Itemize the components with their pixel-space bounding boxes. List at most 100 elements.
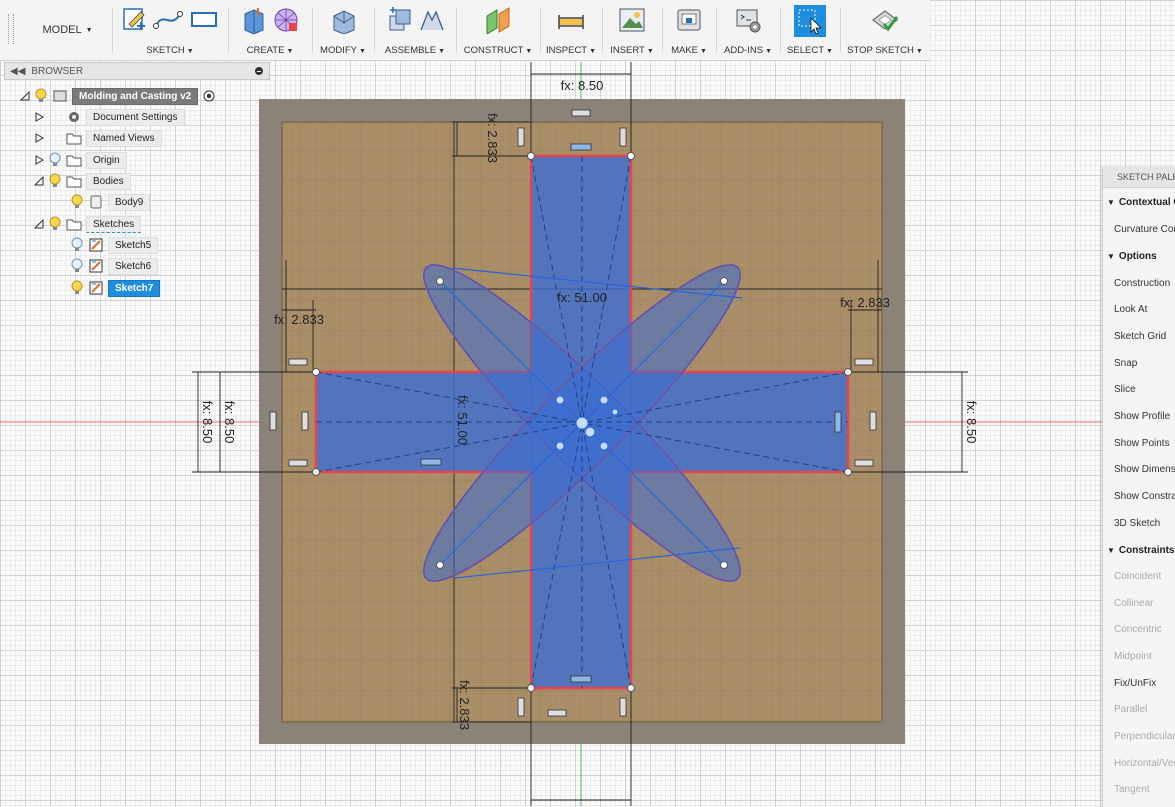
dim-bottom-offset[interactable]: fx: 2.833 [457,680,472,730]
activate-radio-icon[interactable] [202,89,216,103]
collapsed-triangle-icon[interactable] [34,112,44,122]
browser-minimize-icon[interactable] [255,67,263,75]
constraint-perpendicular[interactable]: Perpendicular [1114,726,1175,746]
tree-label-origin[interactable]: Origin [86,151,127,169]
tree-label-bodies[interactable]: Bodies [86,172,131,190]
option-show-points[interactable]: Show Points [1114,433,1170,453]
modify-group[interactable]: MODIFY ▼ [314,0,372,60]
option-show-constraints[interactable]: Show Constraints [1114,486,1175,506]
option-3d-sketch[interactable]: 3D Sketch [1114,513,1160,533]
option-look-at[interactable]: Look At [1114,299,1147,319]
lightbulb-icon[interactable] [70,280,84,296]
tree-item-document-settings[interactable]: Document Settings [34,108,185,126]
tree-item-body9[interactable]: Body9 [70,193,151,211]
spline-icon[interactable] [153,6,183,32]
tree-item-sketch5[interactable]: Sketch5 [70,236,159,254]
tree-label-body9[interactable]: Body9 [108,193,151,211]
insert-image-icon[interactable] [618,6,646,34]
tree-root[interactable]: Molding and Casting v2 [20,87,216,105]
offset-plane-icon[interactable] [483,6,513,34]
lightbulb-off-icon[interactable] [70,258,84,274]
joint-icon[interactable] [418,6,444,34]
lightbulb-icon[interactable] [48,173,62,189]
create-group[interactable]: CREATE ▼ [230,0,310,60]
constraint-coincident[interactable]: Coincident [1114,566,1161,586]
constraint-horizontal-vertical[interactable]: Horizontal/Vertical [1114,753,1175,773]
3d-print-icon[interactable] [675,6,703,34]
dim-right-offset[interactable]: fx: 2.833 [840,295,890,310]
scripts-addins-icon[interactable] [734,6,762,34]
addins-group[interactable]: ADD-INS ▼ [718,0,778,60]
workspace-mode-dropdown[interactable]: MODEL ▼ [20,0,115,60]
tree-label-document-settings[interactable]: Document Settings [86,108,185,126]
lightbulb-off-icon[interactable] [48,152,62,168]
constraint-concentric[interactable]: Concentric [1114,619,1162,639]
constraint-midpoint[interactable]: Midpoint [1114,646,1152,666]
select-group[interactable]: SELECT ▼ [782,0,838,60]
select-icon[interactable] [793,4,827,38]
constraint-collinear[interactable]: Collinear [1114,593,1153,613]
option-construction[interactable]: Construction [1114,273,1170,293]
stop-sketch-group[interactable]: STOP SKETCH ▼ [842,0,928,60]
measure-icon[interactable] [556,6,586,34]
constraint-fix-unfix[interactable]: Fix/UnFix [1114,673,1156,693]
dim-left-height-inner[interactable]: fx: 8.50 [222,401,237,444]
toolbar-grip[interactable] [8,14,14,44]
dim-total-h[interactable]: fx: 51.00 [557,290,607,305]
lightbulb-icon[interactable] [70,194,84,210]
rectangle-icon[interactable] [189,6,219,32]
tree-label-sketch5[interactable]: Sketch5 [108,236,159,254]
tree-item-sketch6[interactable]: Sketch6 [70,257,159,275]
create-sketch-icon[interactable] [121,6,147,32]
collapsed-triangle-icon[interactable] [34,155,44,165]
sketch-palette-header[interactable]: SKETCH PALETTE [1103,167,1175,188]
root-component-label[interactable]: Molding and Casting v2 [72,87,199,105]
tree-item-named-views[interactable]: Named Views [34,129,162,147]
extrude-icon[interactable] [240,6,266,34]
dim-total-v[interactable]: fx: 51.00 [455,395,470,445]
option-show-profile[interactable]: Show Profile [1114,406,1170,426]
section-contextual[interactable]: ▼Contextual Commands [1107,192,1175,212]
tree-item-sketch7[interactable]: Sketch7 [70,279,161,297]
constraint-parallel[interactable]: Parallel [1114,699,1147,719]
dim-left-offset[interactable]: fx: 2.833 [274,312,324,327]
expanded-triangle-icon[interactable] [20,91,30,101]
option-show-dimensions[interactable]: Show Dimensions [1114,459,1175,479]
sketch-group[interactable]: SKETCH ▼ [114,0,226,60]
make-group[interactable]: MAKE ▼ [664,0,714,60]
assemble-group[interactable]: ASSEMBLE ▼ [376,0,454,60]
collapse-left-icon[interactable]: ◀◀ [10,66,25,77]
tree-item-sketches[interactable]: Sketches [34,215,142,233]
dim-width-top[interactable]: fx: 8.50 [561,78,604,93]
section-options[interactable]: ▼ Options [1107,246,1157,266]
browser-header[interactable]: ◀◀ BROWSER [4,62,270,80]
expanded-triangle-icon[interactable] [34,219,44,229]
stop-sketch-icon[interactable] [870,6,900,34]
insert-group[interactable]: INSERT ▼ [604,0,660,60]
lightbulb-off-icon[interactable] [70,237,84,253]
tree-label-sketches[interactable]: Sketches [86,215,142,233]
tree-label-sketch7[interactable]: Sketch7 [108,279,161,297]
option-slice[interactable]: Slice [1114,379,1136,399]
section-constraints[interactable]: ▼ Constraints [1107,540,1174,560]
press-pull-icon[interactable] [330,6,356,34]
create-form-icon[interactable] [272,6,300,34]
construct-group[interactable]: CONSTRUCT ▼ [458,0,538,60]
dim-left-height-outer[interactable]: fx: 8.50 [200,401,215,444]
dim-top-offset[interactable]: fx: 2.833 [485,113,500,163]
option-snap[interactable]: Snap [1114,353,1137,373]
new-component-icon[interactable] [386,6,412,34]
inspect-group[interactable]: INSPECT ▼ [542,0,600,60]
collapsed-triangle-icon[interactable] [34,133,44,143]
tree-item-bodies[interactable]: Bodies [34,172,131,190]
option-sketch-grid[interactable]: Sketch Grid [1114,326,1166,346]
tree-item-origin[interactable]: Origin [34,151,127,169]
constraint-tangent[interactable]: Tangent [1114,779,1150,799]
expanded-triangle-icon[interactable] [34,176,44,186]
tree-label-named-views[interactable]: Named Views [86,129,162,147]
tree-label-sketch6[interactable]: Sketch6 [108,257,159,275]
palette-item[interactable]: Curvature Comb Display [1114,219,1175,239]
lightbulb-icon[interactable] [48,216,62,232]
dim-right-height[interactable]: fx: 8.50 [964,401,979,444]
lightbulb-icon[interactable] [34,88,48,104]
